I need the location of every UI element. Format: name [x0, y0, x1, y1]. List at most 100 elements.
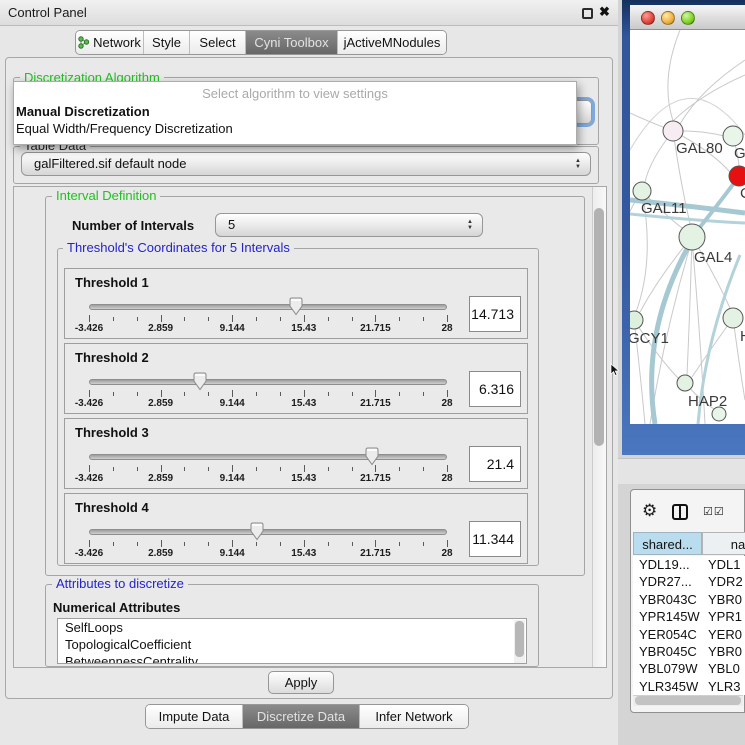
network-node[interactable]	[723, 126, 743, 146]
zoom-traffic-light-icon[interactable]	[681, 11, 695, 25]
list-item[interactable]: TopologicalCoefficient	[58, 636, 526, 653]
apply-button[interactable]: Apply	[268, 671, 334, 694]
algorithm-dropdown-popup: Select algorithm to view settings Manual…	[13, 81, 577, 145]
number-of-intervals-label: Number of Intervals	[72, 218, 194, 233]
close-traffic-light-icon[interactable]	[641, 11, 655, 25]
table-row[interactable]: YDL19...YDL1	[633, 556, 745, 573]
bottom-tabs: Impute Data Discretize Data Infer Networ…	[145, 704, 469, 729]
network-node[interactable]	[677, 375, 693, 391]
network-node-label: GAL80	[676, 140, 723, 157]
list-item[interactable]: SelfLoops	[58, 619, 526, 636]
tab-network-label: Network	[93, 35, 141, 50]
combo-stepper-icon: ▲▼	[467, 214, 473, 236]
network-node-label: C	[740, 185, 745, 202]
network-node[interactable]	[679, 224, 705, 250]
threshold-value-field[interactable]: 21.4	[469, 446, 521, 482]
threshold-panel-3: Threshold 3 -3.4262.8599.14415.4321.7152…	[64, 418, 528, 489]
slider-scale-labels: -3.4262.8599.14415.4321.71528	[89, 548, 447, 560]
checkbox-icons[interactable]: ☑☑	[703, 505, 725, 518]
slider-scale-labels: -3.4262.8599.14415.4321.71528	[89, 398, 447, 410]
thresholds-group-title: Threshold's Coordinates for 5 Intervals	[63, 241, 294, 255]
network-node[interactable]	[663, 121, 683, 141]
network-node[interactable]	[712, 407, 726, 421]
slider-thumb-icon[interactable]	[364, 447, 380, 466]
network-node[interactable]	[630, 311, 643, 329]
tab-cyni-toolbox[interactable]: Cyni Toolbox	[246, 31, 338, 54]
algorithm-popup-hint: Select algorithm to view settings	[14, 86, 576, 101]
slider-thumb-icon[interactable]	[249, 522, 265, 541]
slider-ticks	[89, 540, 447, 548]
screenshot-root: Control Panel ✖ Network Style Select Cyn…	[0, 0, 745, 745]
slider-thumb-icon[interactable]	[192, 372, 208, 391]
table-row[interactable]: YER054CYER0	[633, 626, 745, 643]
column-header-shared-name[interactable]: shared...	[633, 532, 702, 555]
table-panel-titlebar: Table Panel	[618, 458, 745, 484]
numerical-attributes-list[interactable]: SelfLoopsTopologicalCoefficientBetweenne…	[57, 618, 527, 664]
column-header-name[interactable]: name	[702, 532, 745, 555]
table-row[interactable]: YPR145WYPR1	[633, 608, 745, 625]
number-of-intervals-combo[interactable]: 5 ▲▼	[215, 213, 483, 237]
threshold-label: Threshold 3	[75, 425, 149, 440]
network-node[interactable]	[723, 308, 743, 328]
numerical-attributes-heading: Numerical Attributes	[53, 600, 180, 615]
list-item[interactable]: BetweennessCentrality	[58, 653, 526, 664]
minimize-traffic-light-icon[interactable]	[661, 11, 675, 25]
tab-discretize-data[interactable]: Discretize Data	[243, 705, 360, 728]
network-node-label: GCY1	[630, 330, 669, 347]
network-node-label: G	[734, 145, 745, 162]
threshold-slider[interactable]	[89, 295, 447, 317]
network-graph: GAL80GCGAL11GAL4GCY1HHAP2	[630, 30, 745, 424]
threshold-panel-4: Threshold 4 -3.4262.8599.14415.4321.7152…	[64, 493, 528, 564]
table-scrollbar-thumb[interactable]	[635, 696, 741, 705]
tab-infer-network[interactable]: Infer Network	[360, 705, 468, 728]
algorithm-option-equal-width[interactable]: Equal Width/Frequency Discretization	[16, 121, 233, 136]
control-panel-titlebar: Control Panel ✖	[0, 0, 618, 26]
split-columns-icon[interactable]	[672, 504, 688, 520]
table-data-combo[interactable]: galFiltered.sif default node ▲▼	[21, 152, 591, 176]
tab-jactivemnodules[interactable]: jActiveMNodules	[338, 31, 446, 54]
tab-network[interactable]: Network	[76, 31, 144, 54]
threshold-slider[interactable]	[89, 445, 447, 467]
table-row[interactable]: YBR045CYBR0	[633, 643, 745, 660]
threshold-panel-1: Threshold 1 -3.4262.8599.14415.4321.7152…	[64, 268, 528, 339]
network-icon	[78, 36, 89, 49]
network-canvas[interactable]: GAL80GCGAL11GAL4GCY1HHAP2	[630, 30, 745, 424]
node-table[interactable]: YDL19...YDL1YDR27...YDR2YBR043CYBR0YPR14…	[633, 556, 745, 695]
threshold-panel-2: Threshold 2 -3.4262.8599.14415.4321.7152…	[64, 343, 528, 414]
tab-style[interactable]: Style	[144, 31, 190, 54]
slider-scale-labels: -3.4262.8599.14415.4321.71528	[89, 473, 447, 485]
table-row[interactable]: YDR27...YDR2	[633, 573, 745, 590]
network-node-label: GAL4	[694, 249, 732, 266]
slider-thumb-icon[interactable]	[288, 297, 304, 316]
gear-icon[interactable]: ⚙	[642, 501, 657, 521]
control-panel: Control Panel ✖ Network Style Select Cyn…	[0, 0, 618, 745]
algorithm-option-manual[interactable]: Manual Discretization	[16, 104, 150, 119]
attributes-list-scrollbar[interactable]	[514, 620, 525, 664]
settings-scrollbar-thumb[interactable]	[594, 208, 604, 446]
network-node-label: GAL11	[641, 200, 687, 217]
slider-ticks	[89, 315, 447, 323]
close-icon[interactable]: ✖	[599, 4, 610, 20]
network-node[interactable]	[729, 166, 745, 186]
table-row[interactable]: YBR043CYBR0	[633, 591, 745, 608]
threshold-value-field[interactable]: 14.713	[469, 296, 521, 332]
threshold-slider[interactable]	[89, 370, 447, 392]
attributes-group-title: Attributes to discretize	[52, 577, 188, 591]
network-node[interactable]	[633, 182, 651, 200]
float-window-icon[interactable]	[582, 8, 593, 19]
threshold-value-field[interactable]: 6.316	[469, 371, 521, 407]
mouse-cursor-icon	[610, 363, 620, 377]
slider-ticks	[89, 390, 447, 398]
slider-scale-labels: -3.4262.8599.14415.4321.71528	[89, 323, 447, 335]
tab-impute-data[interactable]: Impute Data	[146, 705, 243, 728]
threshold-slider[interactable]	[89, 520, 447, 542]
combo-stepper-icon: ▲▼	[575, 153, 581, 175]
control-panel-tabs: Network Style Select Cyni Toolbox jActiv…	[75, 30, 447, 55]
threshold-label: Threshold 2	[75, 350, 149, 365]
attributes-scrollbar-thumb[interactable]	[515, 621, 524, 657]
threshold-value-field[interactable]: 11.344	[469, 521, 521, 557]
table-row[interactable]: YBL079WYBL0	[633, 660, 745, 677]
table-row[interactable]: YLR345WYLR3	[633, 678, 745, 695]
threshold-label: Threshold 4	[75, 500, 149, 515]
tab-select[interactable]: Select	[190, 31, 246, 54]
